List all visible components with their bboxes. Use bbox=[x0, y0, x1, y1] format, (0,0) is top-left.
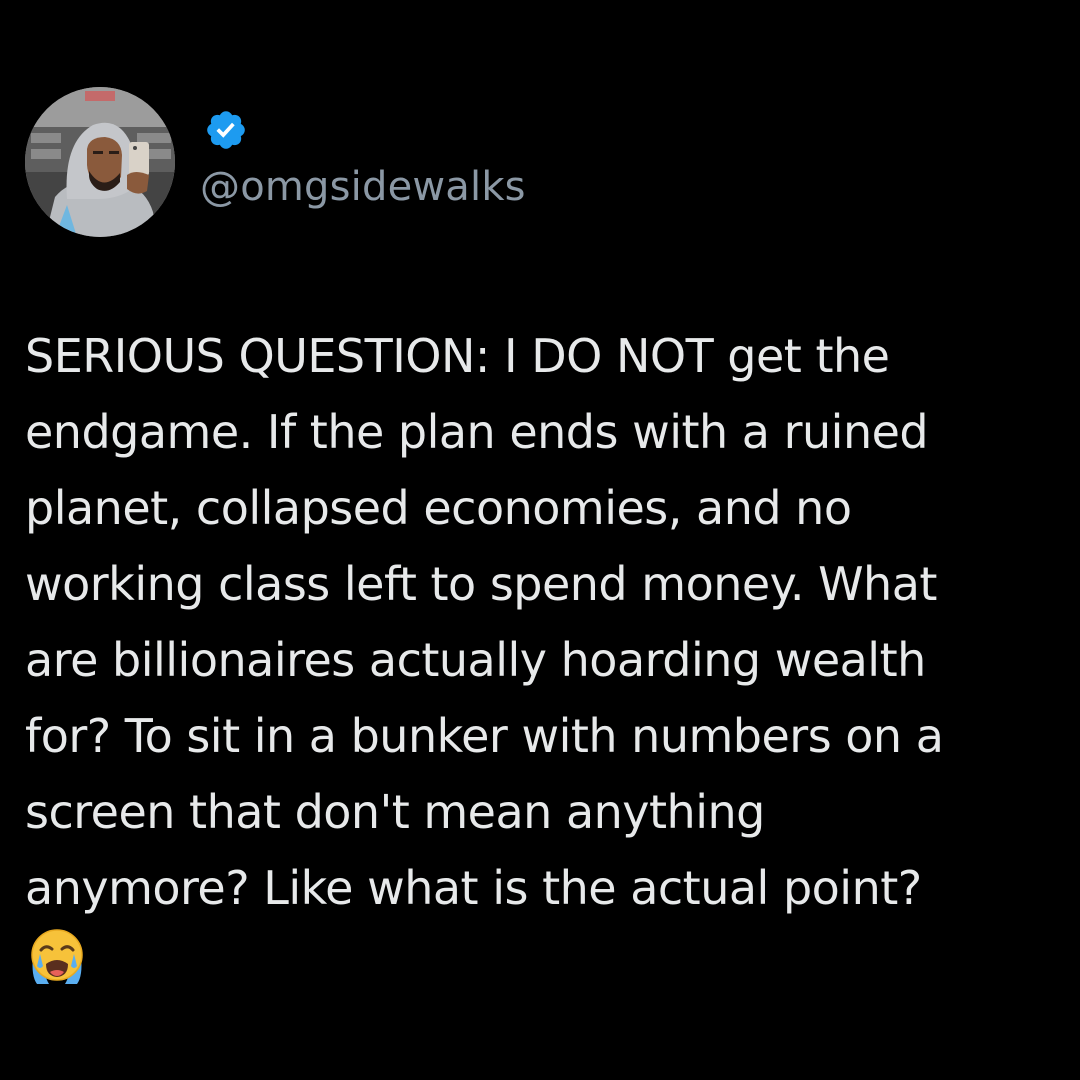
author-handle[interactable]: @omgsidewalks bbox=[200, 164, 526, 210]
verified-badge-icon bbox=[207, 111, 245, 149]
loudly-crying-face-icon bbox=[31, 929, 83, 984]
avatar[interactable] bbox=[25, 87, 175, 237]
post-text: SERIOUS QUESTION: I DO NOT get the endga… bbox=[25, 329, 944, 915]
author-row: @omgsidewalks bbox=[25, 87, 526, 237]
post-card: @omgsidewalks SERIOUS QUESTION: I DO NOT… bbox=[0, 0, 1080, 1080]
author-names: @omgsidewalks bbox=[200, 87, 526, 237]
avatar-image bbox=[25, 87, 175, 237]
